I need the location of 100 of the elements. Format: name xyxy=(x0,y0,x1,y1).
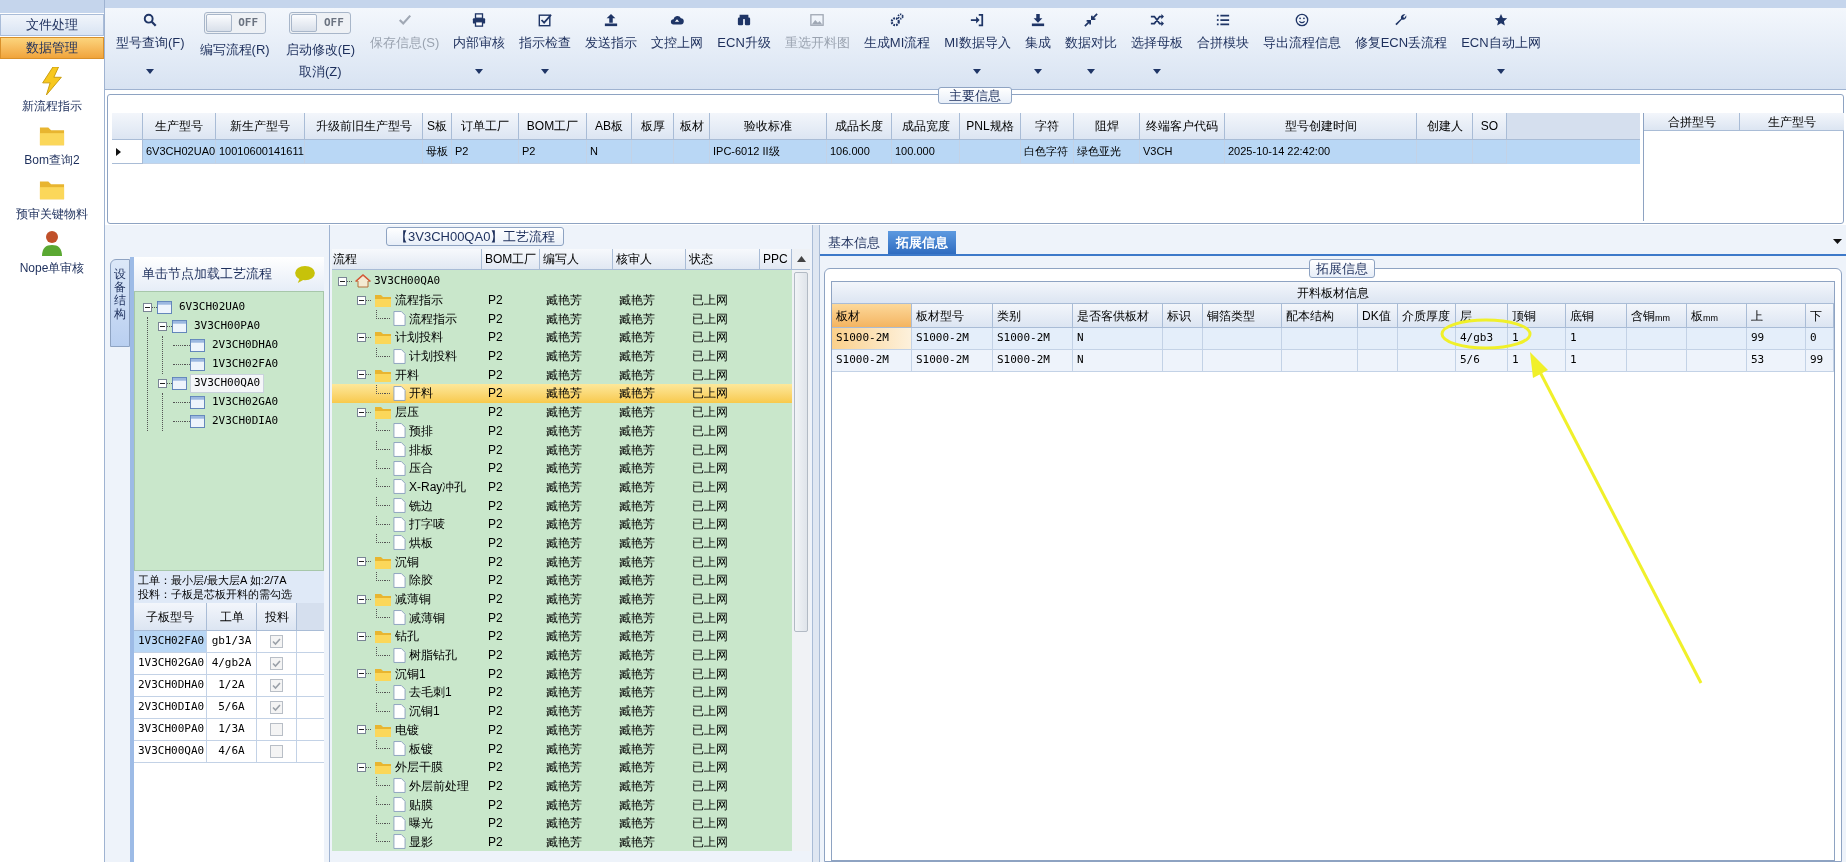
column-header[interactable]: 工单 xyxy=(207,603,257,631)
toggle-switch[interactable]: OFF xyxy=(203,12,266,34)
toggle-switch[interactable]: OFF xyxy=(289,12,352,34)
process-row[interactable]: 铣边 P2 臧艳芳 臧艳芳 已上网 xyxy=(332,496,792,515)
shortcut-label[interactable]: Nope单审核 xyxy=(19,259,85,277)
process-row[interactable]: 打字唛 P2 臧艳芳 臧艳芳 已上网 xyxy=(332,514,792,534)
toolbar-button[interactable]: 合拼模块 xyxy=(1189,8,1256,88)
collapse-icon[interactable] xyxy=(357,557,366,567)
column-header[interactable]: 类别 xyxy=(993,304,1073,328)
collapse-icon[interactable] xyxy=(357,332,366,342)
toolbar-button[interactable]: 生成MI流程 xyxy=(856,8,938,88)
column-header[interactable]: 底铜 xyxy=(1566,304,1627,328)
checkbox[interactable] xyxy=(270,701,283,714)
shortcut-label[interactable]: 预审关键物料 xyxy=(16,205,88,223)
process-row[interactable]: 压合 P2 臧艳芳 臧艳芳 已上网 xyxy=(332,458,792,478)
tree-node-label[interactable]: 1V3CH02GA0 xyxy=(208,393,283,412)
collapse-icon[interactable] xyxy=(357,407,366,417)
toolbar-button[interactable]: 选择母板 xyxy=(1123,8,1190,88)
process-row[interactable]: 流程指示 P2 臧艳芳 臧艳芳 已上网 xyxy=(332,290,792,310)
dropdown-icon[interactable] xyxy=(1833,239,1842,244)
tree-node-label[interactable]: 2V3CH0DIA0 xyxy=(208,412,283,431)
column-header[interactable]: S板 xyxy=(423,113,452,140)
process-row[interactable]: 沉铜1 P2 臧艳芳 臧艳芳 已上网 xyxy=(332,664,792,684)
process-row[interactable]: 开料 P2 臧艳芳 臧艳芳 已上网 xyxy=(332,384,792,403)
column-header[interactable]: 板$_{mm}$ xyxy=(1687,304,1747,328)
process-row[interactable]: 沉铜1 P2 臧艳芳 臧艳芳 已上网 xyxy=(332,701,792,721)
column-header[interactable]: 介质厚度 xyxy=(1398,304,1456,328)
toolbar-button[interactable]: ECN升级 xyxy=(710,8,778,88)
process-row[interactable]: 层压 P2 臧艳芳 臧艳芳 已上网 xyxy=(332,402,792,422)
column-header[interactable]: 创建人 xyxy=(1417,113,1473,140)
toolbar-button[interactable]: 型号查询(F) xyxy=(109,8,192,88)
column-header[interactable]: 状态 xyxy=(686,249,760,270)
column-header[interactable]: 新生产型号 xyxy=(216,113,305,140)
process-row[interactable]: 排板 P2 臧艳芳 臧艳芳 已上网 xyxy=(332,440,792,459)
column-header[interactable]: 投料 xyxy=(257,603,297,631)
column-header[interactable]: 流程 xyxy=(332,249,482,270)
column-header[interactable]: SO xyxy=(1473,113,1507,140)
checkbox[interactable] xyxy=(270,635,283,648)
checkbox[interactable] xyxy=(270,745,283,758)
column-header[interactable]: PNL规格 xyxy=(960,113,1021,140)
column-header[interactable]: 合拼型号 xyxy=(1644,113,1740,131)
collapse-icon[interactable] xyxy=(357,295,366,305)
table-row[interactable]: S1000-2M S1000-2M S1000-2M N 5/6 1 1 53 99 xyxy=(832,350,1834,372)
process-row[interactable]: 曝光 P2 臧艳芳 臧艳芳 已上网 xyxy=(332,813,792,833)
column-header[interactable]: 成品长度 xyxy=(827,113,892,140)
toolbar-button[interactable]: 内部审核 xyxy=(446,8,513,88)
table-row[interactable]: 6V3CH02UA0 10010600141611 母板 P2 P2 N IPC-6012 II级 106.000 100.000 白色字符 绿色亚光 V3CH 2025-10-14 22:42:00 xyxy=(112,140,1640,164)
toolbar-button[interactable]: 修复ECN丢流程 xyxy=(1347,8,1455,88)
scroll-thumb[interactable] xyxy=(794,272,808,632)
collapse-icon[interactable] xyxy=(357,370,366,380)
collapse-icon[interactable] xyxy=(357,594,366,604)
tab[interactable]: 基本信息 xyxy=(820,231,888,254)
tab[interactable]: 拓展信息 xyxy=(888,231,956,254)
column-header[interactable]: 字符 xyxy=(1021,113,1074,140)
toolbar-button[interactable]: 指示检查 xyxy=(512,8,579,88)
process-row[interactable]: 减薄铜 P2 臧艳芳 臧艳芳 已上网 xyxy=(332,589,792,609)
collapse-icon[interactable] xyxy=(158,379,167,388)
process-row[interactable]: 板镀 P2 臧艳芳 臧艳芳 已上网 xyxy=(332,739,792,758)
toolbar-button[interactable]: 数据对比 xyxy=(1057,8,1124,88)
column-header[interactable]: 型号创建时间 xyxy=(1225,113,1417,140)
process-row[interactable]: 开料 P2 臧艳芳 臧艳芳 已上网 xyxy=(332,365,792,385)
column-header[interactable]: 生产型号 xyxy=(143,113,216,140)
process-row[interactable]: 除胶 P2 臧艳芳 臧艳芳 已上网 xyxy=(332,571,792,590)
collapse-icon[interactable] xyxy=(158,322,167,331)
toolbar-button[interactable]: 发送指示 xyxy=(578,8,645,88)
column-header[interactable]: 标识 xyxy=(1163,304,1203,328)
column-header[interactable]: 下 xyxy=(1806,304,1834,328)
shortcut-label[interactable]: 新流程指示 xyxy=(22,97,82,115)
column-header[interactable]: 是否客供板材 xyxy=(1073,304,1163,328)
column-header[interactable]: 核审人 xyxy=(613,249,686,270)
column-header[interactable]: 阻焊 xyxy=(1074,113,1140,140)
process-row[interactable]: 计划投料 P2 臧艳芳 臧艳芳 已上网 xyxy=(332,346,792,366)
scroll-up-icon[interactable] xyxy=(796,256,806,262)
checkbox[interactable] xyxy=(270,657,283,670)
process-row[interactable]: 钻孔 P2 臧艳芳 臧艳芳 已上网 xyxy=(332,627,792,646)
column-header[interactable]: 板厚 xyxy=(632,113,674,140)
toolbar-button[interactable]: 集成 xyxy=(1017,8,1058,88)
column-header[interactable]: 顶铜 xyxy=(1508,304,1566,328)
column-header[interactable]: 编写人 xyxy=(540,249,613,270)
collapse-icon[interactable] xyxy=(338,276,347,286)
collapse-icon[interactable] xyxy=(357,669,366,679)
process-row[interactable]: X-Ray冲孔 P2 臧艳芳 臧艳芳 已上网 xyxy=(332,477,792,497)
column-header[interactable]: 板材 xyxy=(674,113,710,140)
process-row[interactable]: 电镀 P2 臧艳芳 臧艳芳 已上网 xyxy=(332,720,792,740)
tree-node-label[interactable]: 3V3CH00QA0 xyxy=(190,374,265,393)
column-header[interactable]: AB板 xyxy=(587,113,632,140)
column-header[interactable]: 验收标准 xyxy=(710,113,827,140)
column-header[interactable]: 生产型号 xyxy=(1740,113,1844,131)
sidebar-section-tab[interactable]: 文件处理 xyxy=(0,14,104,36)
table-row[interactable]: S1000-2M S1000-2M S1000-2M N 4/gb3 1 1 99 0 xyxy=(832,328,1834,350)
column-header[interactable]: 升级前旧生产型号 xyxy=(305,113,423,140)
collapse-icon[interactable] xyxy=(357,631,366,641)
column-header[interactable]: 铜箔类型 xyxy=(1203,304,1282,328)
process-row[interactable]: 外层干膜 P2 臧艳芳 臧艳芳 已上网 xyxy=(332,757,792,777)
tree-node-label[interactable]: 6V3CH02UA0 xyxy=(175,298,250,317)
column-header[interactable]: PPC xyxy=(760,249,792,270)
collapse-icon[interactable] xyxy=(357,762,366,772)
process-row[interactable]: 流程指示 P2 臧艳芳 臧艳芳 已上网 xyxy=(332,309,792,329)
column-header[interactable]: BOM工厂 xyxy=(482,249,540,270)
process-row[interactable]: 3V3CH00QA0 xyxy=(332,272,792,291)
